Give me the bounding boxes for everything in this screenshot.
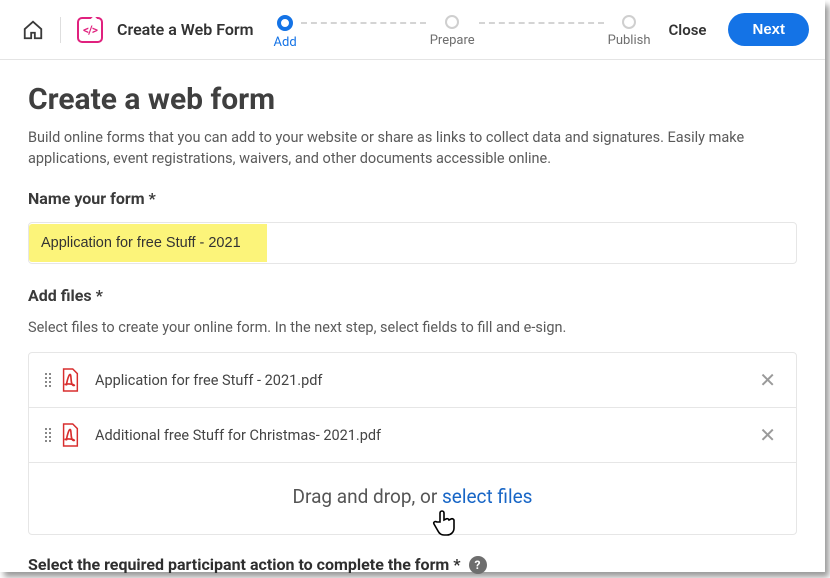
step-circle-icon xyxy=(445,15,459,29)
step-label: Prepare xyxy=(430,33,475,48)
step-circle-icon xyxy=(277,15,293,31)
files-list: Application for free Stuff - 2021.pdf ✕ … xyxy=(28,352,797,535)
form-name-input[interactable] xyxy=(29,224,267,262)
drag-handle-icon[interactable] xyxy=(45,428,47,442)
step-connector xyxy=(301,22,426,24)
app-header: </> Create a Web Form Add Prepare Publis… xyxy=(0,0,825,60)
step-prepare[interactable]: Prepare xyxy=(430,15,475,48)
close-button[interactable]: Close xyxy=(669,21,707,39)
step-label: Add xyxy=(274,35,297,50)
pdf-icon xyxy=(59,422,81,448)
progress-stepper: Add Prepare Publish xyxy=(274,15,651,50)
step-add[interactable]: Add xyxy=(274,15,297,50)
file-name: Application for free Stuff - 2021.pdf xyxy=(95,372,755,389)
header-title: Create a Web Form xyxy=(117,20,254,39)
file-row: Additional free Stuff for Christmas- 202… xyxy=(29,408,796,463)
step-label: Publish xyxy=(608,33,651,48)
drop-zone[interactable]: Drag and drop, or select files xyxy=(29,463,796,534)
step-circle-icon xyxy=(622,15,636,29)
main-content: Create a web form Build online forms tha… xyxy=(0,60,825,574)
add-files-help: Select files to create your online form.… xyxy=(28,319,797,336)
drag-handle-icon[interactable] xyxy=(45,373,47,387)
cursor-hand-icon xyxy=(431,509,457,542)
remove-file-icon[interactable]: ✕ xyxy=(755,425,780,445)
pdf-icon xyxy=(59,367,81,393)
step-publish[interactable]: Publish xyxy=(608,15,651,48)
help-icon[interactable]: ? xyxy=(469,556,487,574)
name-input-container[interactable] xyxy=(28,222,797,264)
page-description: Build online forms that you can add to y… xyxy=(28,127,797,169)
participant-action-text: Select the required participant action t… xyxy=(28,555,461,574)
add-files-label: Add files * xyxy=(28,286,797,305)
remove-file-icon[interactable]: ✕ xyxy=(755,370,780,390)
step-connector xyxy=(479,22,604,24)
next-button[interactable]: Next xyxy=(728,13,809,46)
web-form-icon: </> xyxy=(77,17,103,43)
file-row: Application for free Stuff - 2021.pdf ✕ xyxy=(29,353,796,408)
name-field-label: Name your form * xyxy=(28,189,797,208)
home-icon[interactable] xyxy=(22,19,44,41)
select-files-link[interactable]: select files xyxy=(442,485,532,508)
drop-text: Drag and drop, or xyxy=(293,485,442,508)
participant-action-label: Select the required participant action t… xyxy=(28,555,797,574)
divider xyxy=(60,17,61,43)
page-title: Create a web form xyxy=(28,82,797,117)
file-name: Additional free Stuff for Christmas- 202… xyxy=(95,427,755,444)
